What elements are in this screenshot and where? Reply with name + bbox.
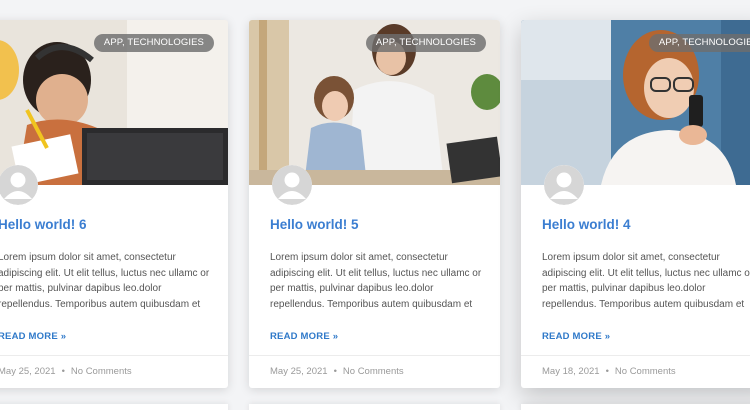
post-comments: No Comments: [70, 366, 132, 377]
card-divider: [0, 355, 228, 356]
card-divider: [521, 355, 750, 356]
author-avatar-icon[interactable]: [544, 165, 584, 205]
meta-separator: •: [605, 366, 609, 377]
post-card-3: APP, TECHNOLOGIES Hello world! 4 Lorem i…: [521, 20, 750, 388]
read-more-link[interactable]: READ MORE »: [270, 331, 338, 342]
post-card-1: APP, TECHNOLOGIES Hello world! 6 Lorem i…: [0, 20, 228, 388]
post-date: May 18, 2021: [542, 366, 600, 377]
read-more-link[interactable]: READ MORE »: [542, 331, 610, 342]
post-thumbnail-1[interactable]: APP, TECHNOLOGIES: [0, 20, 228, 185]
read-more-link[interactable]: READ MORE »: [0, 331, 66, 342]
post-thumbnail-3[interactable]: APP, TECHNOLOGIES: [521, 20, 750, 185]
card-divider: [249, 355, 500, 356]
post-comments: No Comments: [614, 366, 676, 377]
post-date: May 25, 2021: [0, 366, 56, 377]
post-title[interactable]: Hello world! 4: [542, 217, 631, 232]
author-avatar-icon[interactable]: [0, 165, 38, 205]
post-title[interactable]: Hello world! 6: [0, 217, 87, 232]
post-meta: May 18, 2021 • No Comments: [542, 366, 676, 377]
post-excerpt: Lorem ipsum dolor sit amet, consectetur …: [0, 252, 210, 310]
post-meta: May 25, 2021 • No Comments: [0, 366, 132, 377]
next-row-card: [249, 404, 500, 410]
category-badge[interactable]: APP, TECHNOLOGIES: [93, 34, 214, 52]
category-badge[interactable]: APP, TECHNOLOGIES: [648, 34, 750, 52]
post-title[interactable]: Hello world! 5: [270, 217, 359, 232]
author-avatar-icon[interactable]: [272, 165, 312, 205]
post-excerpt: Lorem ipsum dolor sit amet, consectetur …: [542, 252, 750, 310]
next-row-card: [521, 404, 750, 410]
meta-separator: •: [333, 366, 337, 377]
next-row-card: [0, 404, 228, 410]
category-badge[interactable]: APP, TECHNOLOGIES: [365, 34, 486, 52]
post-thumbnail-2[interactable]: APP, TECHNOLOGIES: [249, 20, 500, 185]
post-comments: No Comments: [342, 366, 404, 377]
meta-separator: •: [61, 366, 65, 377]
post-excerpt: Lorem ipsum dolor sit amet, consectetur …: [270, 252, 482, 310]
post-card-2: APP, TECHNOLOGIES Hello world! 5 Lorem i…: [249, 20, 500, 388]
post-date: May 25, 2021: [270, 366, 328, 377]
post-meta: May 25, 2021 • No Comments: [270, 366, 404, 377]
